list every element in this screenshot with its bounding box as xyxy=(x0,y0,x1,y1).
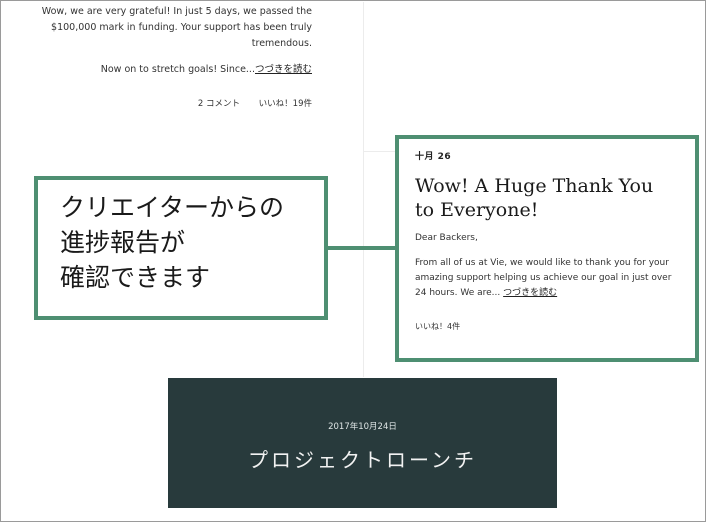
update-more: Now on to stretch goals! Since...つづきを読む xyxy=(20,62,312,78)
callout-text: クリエイターからの 進捗報告が 確認できます xyxy=(60,190,284,295)
update-body: Wow, we are very grateful! In just 5 day… xyxy=(20,4,312,52)
update-card-highlighted[interactable]: 十月 26 Wow! A Huge Thank You to Everyone!… xyxy=(395,135,699,362)
likes-count[interactable]: いいね！4件 xyxy=(415,321,695,332)
callout-box: クリエイターからの 進捗報告が 確認できます xyxy=(34,176,328,320)
likes-count[interactable]: いいね！19件 xyxy=(259,99,312,109)
read-more-link[interactable]: つづきを読む xyxy=(255,64,312,75)
project-launch-banner: 2017年10月24日 プロジェクトローンチ xyxy=(168,378,557,508)
launch-date: 2017年10月24日 xyxy=(328,422,397,432)
timeline-line xyxy=(363,2,364,377)
update-more-text: Now on to stretch goals! Since... xyxy=(100,64,255,75)
update-body-line: tremendous. xyxy=(251,38,312,49)
update-date: 十月 26 xyxy=(415,152,452,162)
callout-line: 進捗報告が xyxy=(60,228,186,257)
update-title[interactable]: Wow! A Huge Thank You to Everyone! xyxy=(415,174,677,222)
callout-line: クリエイターからの xyxy=(60,193,285,222)
timeline-tick xyxy=(364,151,399,152)
update-meta: 2 コメント いいね！19件 xyxy=(20,96,312,112)
update-greeting: Dear Backers, xyxy=(415,233,478,243)
comments-link[interactable]: 2 コメント xyxy=(198,99,240,109)
update-body-line: Wow, we are very grateful! In just 5 day… xyxy=(41,6,312,17)
callout-connector xyxy=(322,246,395,250)
callout-line: 確認できます xyxy=(60,263,211,292)
read-more-link[interactable]: つづきを読む xyxy=(503,288,557,298)
launch-title: プロジェクトローンチ xyxy=(248,448,477,472)
update-body: From all of us at Vie, we would like to … xyxy=(415,256,677,301)
update-card-previous: Wow, we are very grateful! In just 5 day… xyxy=(20,0,312,112)
update-body-line: $100,000 mark in funding. Your support h… xyxy=(51,22,312,33)
